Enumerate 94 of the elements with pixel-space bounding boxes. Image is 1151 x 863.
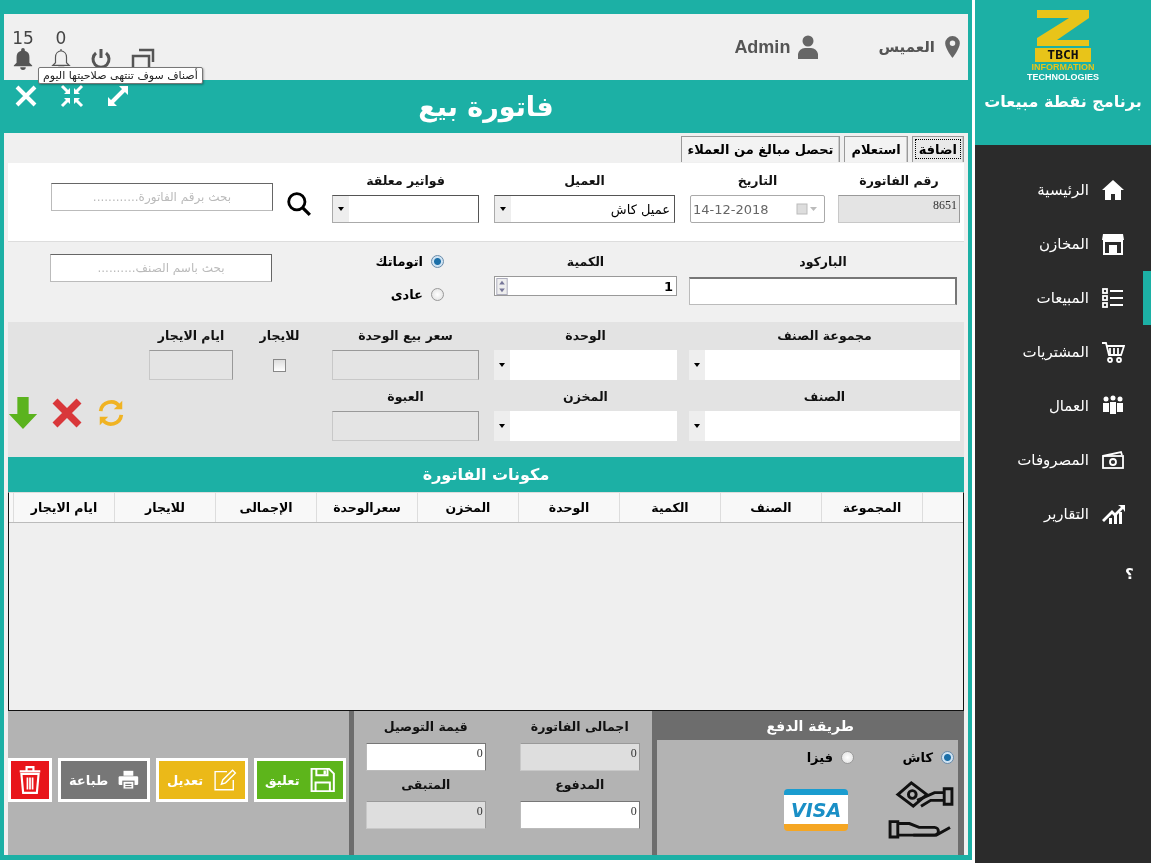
close-icon[interactable] (52, 397, 82, 429)
field-label: فواتير معلقة (366, 173, 445, 189)
search-icon[interactable] (286, 191, 312, 217)
calendar-icon (796, 203, 818, 215)
column-header[interactable]: للايجار (114, 493, 215, 522)
column-header[interactable]: ايام الايجار (13, 493, 114, 522)
logo-tagline: TECHNOLOGIES (1027, 72, 1099, 82)
user-icon (798, 35, 819, 59)
location-name: العميس (878, 38, 935, 56)
field-label: الصنف (803, 389, 846, 405)
field-label: المتبقى (401, 777, 451, 793)
hands-money-icon (888, 781, 954, 839)
arrow-down-icon[interactable] (8, 397, 38, 429)
card-logo-text: VISA (790, 799, 842, 820)
location-pin-icon (945, 36, 960, 58)
tab[interactable]: تحصل مبالغ من العملاء (680, 136, 841, 162)
app-title: برنامج نقطة مبيعات (984, 92, 1142, 111)
column-header[interactable]: المجموعة (821, 493, 922, 522)
action-button[interactable]: طباعة (58, 758, 150, 802)
nav-item[interactable]: المبيعات (975, 271, 1151, 325)
nav-item[interactable]: المخازن (975, 217, 1151, 271)
window-title: فاتورة بيع (418, 91, 554, 122)
column-header[interactable]: سعرالوحدة (316, 493, 417, 522)
column-header[interactable]: الإجمالى (215, 493, 316, 522)
field-label: رقم الفاتورة (859, 173, 939, 189)
field-label: الكمية (566, 254, 605, 270)
radio-button[interactable] (431, 288, 444, 301)
combo-box[interactable] (332, 195, 479, 223)
checkbox[interactable] (273, 358, 286, 372)
field-label: العبوة (387, 389, 424, 405)
amount-field[interactable]: 0 (519, 801, 640, 829)
radio-label: اتوماتك (375, 254, 423, 269)
nav-item[interactable]: العمال (975, 379, 1151, 433)
expand-icon[interactable] (106, 83, 130, 108)
cart-icon (1101, 340, 1125, 364)
caret-icon (500, 207, 506, 211)
trash-icon (18, 765, 42, 795)
field-label: الوحدة (565, 328, 606, 344)
field-label: المدفوع (555, 777, 605, 793)
bell-icon[interactable] (12, 47, 34, 71)
chart-icon (1101, 502, 1125, 526)
logo-icon (1035, 8, 1091, 48)
nav-item[interactable]: الرئيسية (975, 163, 1151, 217)
spin-arrows-icon (496, 277, 508, 295)
home-icon (1101, 178, 1125, 202)
radio-button[interactable] (941, 751, 954, 764)
field-label: العميل (564, 173, 605, 189)
money-icon (1101, 448, 1125, 472)
alert-count: 0 (55, 29, 67, 47)
barcode-field[interactable] (689, 277, 957, 305)
panel-title: طريقة الدفع (766, 717, 854, 734)
caret-icon (499, 424, 505, 428)
field-label: الباركود (799, 254, 847, 270)
tab[interactable]: اضافة (911, 136, 964, 162)
radio-label: عادى (390, 287, 423, 302)
radio-label: فيزا (806, 750, 833, 765)
field-label: سعر بيع الوحدة (358, 328, 453, 344)
column-header[interactable]: المخزن (417, 493, 518, 522)
nav-item[interactable]: المشتريات (975, 325, 1151, 379)
column-header[interactable]: الصنف (720, 493, 821, 522)
amount-field[interactable]: 0 (365, 743, 486, 771)
caret-icon (499, 363, 505, 367)
tab[interactable]: استعلام (844, 136, 908, 162)
logo-text: TBCH (1035, 48, 1091, 62)
column-header[interactable]: الوحدة (518, 493, 619, 522)
radio-button[interactable] (841, 751, 854, 764)
radio-button[interactable] (431, 255, 444, 268)
search-field[interactable]: بحث برقم الفاتورة............ (51, 183, 273, 211)
field-label: التاريخ (737, 173, 778, 189)
help-mark[interactable]: ؟ (975, 565, 1134, 583)
caret-icon (694, 363, 700, 367)
combo-box[interactable]: عميل كاش (494, 195, 675, 223)
caret-icon (694, 424, 700, 428)
search-field[interactable]: بحث باسم الصنف.......... (50, 254, 272, 282)
column-header[interactable]: الكمية (619, 493, 720, 522)
nav-item[interactable]: المصروفات (975, 433, 1151, 487)
caret-icon (338, 207, 344, 211)
section-title: مكونات الفاتورة (422, 465, 550, 484)
alert-count: 15 (12, 29, 34, 47)
field-label: المخزن (563, 389, 608, 405)
field-label: مجموعة الصنف (777, 328, 872, 344)
quantity-spinner[interactable]: 1 (494, 276, 677, 296)
user-name: Admin (734, 36, 791, 58)
field-label: قيمة التوصيل (383, 719, 468, 735)
nav-item[interactable]: التقارير (975, 487, 1151, 541)
field-label: للايجار (259, 328, 300, 344)
field-label: اجمالى الفاتورة (530, 719, 629, 735)
store-icon (1101, 232, 1125, 256)
logo-tagline: INFORMATION (1031, 62, 1095, 72)
collapse-icon[interactable] (60, 83, 84, 108)
action-button[interactable] (8, 758, 52, 802)
field-label: ايام الايجار (157, 328, 225, 344)
list-icon (1101, 286, 1125, 310)
radio-label: كاش (902, 750, 933, 765)
